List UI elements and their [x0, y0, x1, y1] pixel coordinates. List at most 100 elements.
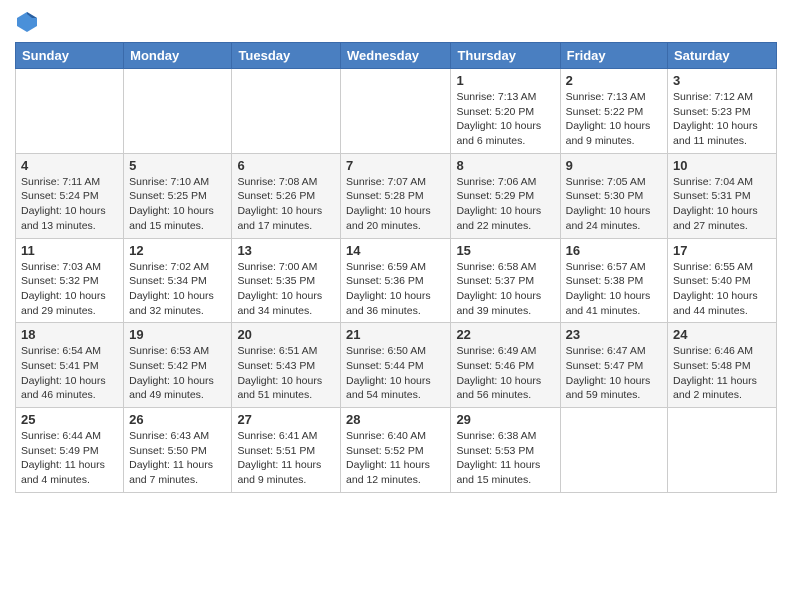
calendar-cell: 22Sunrise: 6:49 AM Sunset: 5:46 PM Dayli…	[451, 323, 560, 408]
calendar-cell: 23 Sunrise: 6:47 AM Sunset: 5:47 PM Dayli…	[560, 323, 667, 408]
calendar-cell: 25 Sunrise: 6:44 AM Sunset: 5:49 PM Dayli…	[16, 408, 124, 493]
day-info: Sunrise: 6:59 AM Sunset: 5:36 PM Dayligh…	[346, 260, 445, 319]
calendar-cell: 27 Sunrise: 6:41 AM Sunset: 5:51 PM Dayli…	[232, 408, 341, 493]
calendar-cell: 4Sunrise: 7:11 AM Sunset: 5:24 PM Daylig…	[16, 153, 124, 238]
calendar-header-monday: Monday	[124, 43, 232, 69]
day-number: 11	[21, 243, 118, 258]
day-info: Sunrise: 7:04 AM Sunset: 5:31 PM Dayligh…	[673, 175, 771, 234]
day-number: 8	[456, 158, 554, 173]
day-info: Sunrise: 6:50 AM Sunset: 5:44 PM Dayligh…	[346, 344, 445, 403]
day-number: 5	[129, 158, 226, 173]
calendar-cell: 15 Sunrise: 6:58 AM Sunset: 5:37 PM Dayli…	[451, 238, 560, 323]
calendar-cell: 14 Sunrise: 6:59 AM Sunset: 5:36 PM Dayli…	[341, 238, 451, 323]
day-number: 23	[566, 327, 662, 342]
day-info: Sunrise: 6:46 AM Sunset: 5:48 PM Dayligh…	[673, 344, 771, 403]
calendar-cell: 5 Sunrise: 7:10 AM Sunset: 5:25 PM Daylig…	[124, 153, 232, 238]
calendar-table: SundayMondayTuesdayWednesdayThursdayFrid…	[15, 42, 777, 493]
day-number: 18	[21, 327, 118, 342]
calendar-cell: 1 Sunrise: 7:13 AM Sunset: 5:20 PM Daylig…	[451, 69, 560, 154]
calendar-cell: 21 Sunrise: 6:50 AM Sunset: 5:44 PM Dayli…	[341, 323, 451, 408]
day-number: 13	[237, 243, 335, 258]
calendar-cell	[668, 408, 777, 493]
day-number: 14	[346, 243, 445, 258]
calendar-cell: 20 Sunrise: 6:51 AM Sunset: 5:43 PM Dayli…	[232, 323, 341, 408]
day-info: Sunrise: 7:12 AM Sunset: 5:23 PM Dayligh…	[673, 90, 771, 149]
day-number: 6	[237, 158, 335, 173]
day-number: 24	[673, 327, 771, 342]
day-info: Sunrise: 7:00 AM Sunset: 5:35 PM Dayligh…	[237, 260, 335, 319]
calendar-header-tuesday: Tuesday	[232, 43, 341, 69]
day-number: 28	[346, 412, 445, 427]
day-info: Sunrise: 7:13 AM Sunset: 5:20 PM Dayligh…	[456, 90, 554, 149]
page-header	[15, 10, 777, 34]
day-number: 15	[456, 243, 554, 258]
day-info: Sunrise: 6:57 AM Sunset: 5:38 PM Dayligh…	[566, 260, 662, 319]
day-info: Sunrise: 7:05 AM Sunset: 5:30 PM Dayligh…	[566, 175, 662, 234]
calendar-cell: 17 Sunrise: 6:55 AM Sunset: 5:40 PM Dayli…	[668, 238, 777, 323]
day-info: Sunrise: 7:08 AM Sunset: 5:26 PM Dayligh…	[237, 175, 335, 234]
calendar-cell: 16 Sunrise: 6:57 AM Sunset: 5:38 PM Dayli…	[560, 238, 667, 323]
day-info: Sunrise: 6:55 AM Sunset: 5:40 PM Dayligh…	[673, 260, 771, 319]
day-info: Sunrise: 6:51 AM Sunset: 5:43 PM Dayligh…	[237, 344, 335, 403]
day-info: Sunrise: 7:13 AM Sunset: 5:22 PM Dayligh…	[566, 90, 662, 149]
calendar-cell	[341, 69, 451, 154]
day-number: 10	[673, 158, 771, 173]
day-info: Sunrise: 6:58 AM Sunset: 5:37 PM Dayligh…	[456, 260, 554, 319]
day-number: 9	[566, 158, 662, 173]
day-number: 12	[129, 243, 226, 258]
day-info: Sunrise: 6:40 AM Sunset: 5:52 PM Dayligh…	[346, 429, 445, 488]
day-number: 3	[673, 73, 771, 88]
day-number: 22	[456, 327, 554, 342]
day-info: Sunrise: 6:41 AM Sunset: 5:51 PM Dayligh…	[237, 429, 335, 488]
calendar-header-row: SundayMondayTuesdayWednesdayThursdayFrid…	[16, 43, 777, 69]
day-number: 20	[237, 327, 335, 342]
day-info: Sunrise: 6:54 AM Sunset: 5:41 PM Dayligh…	[21, 344, 118, 403]
day-number: 19	[129, 327, 226, 342]
calendar-week-3: 11 Sunrise: 7:03 AM Sunset: 5:32 PM Dayli…	[16, 238, 777, 323]
calendar-header-sunday: Sunday	[16, 43, 124, 69]
calendar-cell: 26 Sunrise: 6:43 AM Sunset: 5:50 PM Dayli…	[124, 408, 232, 493]
day-number: 1	[456, 73, 554, 88]
day-info: Sunrise: 6:43 AM Sunset: 5:50 PM Dayligh…	[129, 429, 226, 488]
calendar-cell: 11 Sunrise: 7:03 AM Sunset: 5:32 PM Dayli…	[16, 238, 124, 323]
calendar-week-4: 18 Sunrise: 6:54 AM Sunset: 5:41 PM Dayli…	[16, 323, 777, 408]
day-number: 27	[237, 412, 335, 427]
day-info: Sunrise: 7:03 AM Sunset: 5:32 PM Dayligh…	[21, 260, 118, 319]
calendar-cell: 6 Sunrise: 7:08 AM Sunset: 5:26 PM Daylig…	[232, 153, 341, 238]
calendar-cell: 12 Sunrise: 7:02 AM Sunset: 5:34 PM Dayli…	[124, 238, 232, 323]
day-info: Sunrise: 7:02 AM Sunset: 5:34 PM Dayligh…	[129, 260, 226, 319]
day-number: 2	[566, 73, 662, 88]
calendar-cell: 19 Sunrise: 6:53 AM Sunset: 5:42 PM Dayli…	[124, 323, 232, 408]
day-number: 26	[129, 412, 226, 427]
calendar-cell	[232, 69, 341, 154]
day-number: 17	[673, 243, 771, 258]
day-info: Sunrise: 7:10 AM Sunset: 5:25 PM Dayligh…	[129, 175, 226, 234]
day-info: Sunrise: 6:53 AM Sunset: 5:42 PM Dayligh…	[129, 344, 226, 403]
calendar-cell	[16, 69, 124, 154]
calendar-cell: 29 Sunrise: 6:38 AM Sunset: 5:53 PM Dayli…	[451, 408, 560, 493]
calendar-cell	[560, 408, 667, 493]
calendar-header-thursday: Thursday	[451, 43, 560, 69]
day-number: 7	[346, 158, 445, 173]
day-info: Sunrise: 7:11 AM Sunset: 5:24 PM Dayligh…	[21, 175, 118, 234]
day-number: 25	[21, 412, 118, 427]
logo-icon	[15, 10, 39, 34]
logo	[15, 10, 43, 34]
day-info: Sunrise: 7:07 AM Sunset: 5:28 PM Dayligh…	[346, 175, 445, 234]
calendar-header-friday: Friday	[560, 43, 667, 69]
day-info: Sunrise: 7:06 AM Sunset: 5:29 PM Dayligh…	[456, 175, 554, 234]
calendar-cell: 24 Sunrise: 6:46 AM Sunset: 5:48 PM Dayli…	[668, 323, 777, 408]
calendar-cell: 10 Sunrise: 7:04 AM Sunset: 5:31 PM Dayli…	[668, 153, 777, 238]
calendar-header-wednesday: Wednesday	[341, 43, 451, 69]
day-info: Sunrise: 6:44 AM Sunset: 5:49 PM Dayligh…	[21, 429, 118, 488]
day-number: 21	[346, 327, 445, 342]
day-number: 29	[456, 412, 554, 427]
day-number: 16	[566, 243, 662, 258]
calendar-cell: 9 Sunrise: 7:05 AM Sunset: 5:30 PM Daylig…	[560, 153, 667, 238]
calendar-cell: 18 Sunrise: 6:54 AM Sunset: 5:41 PM Dayli…	[16, 323, 124, 408]
calendar-week-2: 4Sunrise: 7:11 AM Sunset: 5:24 PM Daylig…	[16, 153, 777, 238]
day-info: Sunrise: 6:38 AM Sunset: 5:53 PM Dayligh…	[456, 429, 554, 488]
day-info: Sunrise: 6:47 AM Sunset: 5:47 PM Dayligh…	[566, 344, 662, 403]
calendar-cell: 2 Sunrise: 7:13 AM Sunset: 5:22 PM Daylig…	[560, 69, 667, 154]
calendar-header-saturday: Saturday	[668, 43, 777, 69]
